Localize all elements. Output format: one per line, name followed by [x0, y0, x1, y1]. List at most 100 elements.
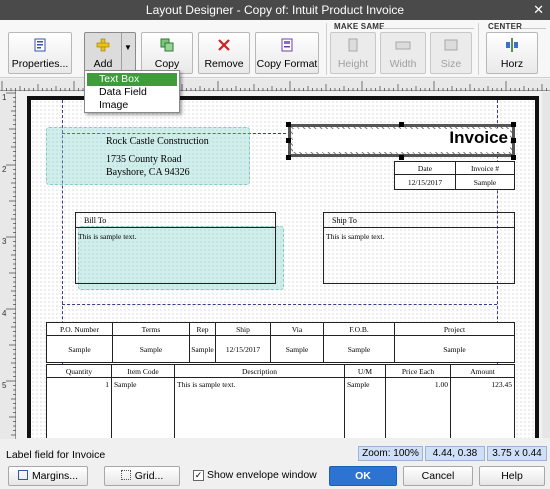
window-title: Layout Designer - Copy of: Intuit Produc… [145, 3, 405, 17]
invoice-title[interactable]: Invoice [293, 128, 508, 148]
po-number-value: Sample [47, 336, 113, 362]
selection-handle[interactable] [286, 155, 291, 160]
quantity-header: Quantity [47, 365, 112, 377]
price-each-header: Price Each [386, 365, 451, 377]
toolbar: Properties... Add ▼ Copy Remove Copy For… [0, 20, 550, 78]
height-icon [331, 38, 375, 52]
bill-to-text: This is sample text. [78, 232, 137, 241]
make-same-group-label: MAKE SAME [334, 22, 385, 31]
close-icon[interactable]: ✕ [533, 2, 544, 18]
quantity-value: 1 [47, 378, 112, 438]
um-header: U/M [345, 365, 386, 377]
add-label: Add [93, 58, 113, 70]
position-readout: 4.44, 0.38 [425, 446, 485, 461]
company-name[interactable]: Rock Castle Construction [106, 136, 209, 147]
ruler-number: 2 [2, 165, 7, 174]
description-value: This is sample text. [175, 378, 345, 438]
zoom-indicator: Zoom: 100% [358, 446, 423, 461]
selection-handle[interactable] [286, 138, 291, 143]
add-icon [85, 38, 121, 52]
properties-label: Properties... [11, 58, 69, 70]
margins-label: Margins... [31, 470, 79, 482]
width-icon [381, 38, 425, 52]
menu-item-text-box[interactable]: Text Box [87, 73, 177, 86]
copy-format-button[interactable]: Copy Format [255, 32, 319, 74]
selection-handle[interactable] [286, 122, 291, 127]
margins-icon [17, 470, 28, 480]
copy-format-label: Copy Format [256, 58, 318, 70]
project-header: Project [443, 324, 466, 334]
date-invoice-value-row[interactable]: 12/15/2017 Sample [394, 174, 515, 190]
size-readout: 3.75 x 0.44 [487, 446, 547, 461]
cancel-button[interactable]: Cancel [403, 466, 473, 486]
selection-handle[interactable] [511, 122, 516, 127]
ship-value: 12/15/2017 [216, 336, 271, 362]
company-address-line1[interactable]: 1735 County Road [106, 154, 182, 165]
bill-to-header: Bill To [76, 213, 275, 228]
terms-value: Sample [113, 336, 190, 362]
margins-button[interactable]: Margins... [8, 466, 88, 486]
rep-header: Rep [190, 323, 216, 335]
um-value: Sample [345, 378, 386, 438]
ruler-number: 3 [2, 237, 7, 246]
items-body-row[interactable]: 1 Sample This is sample text. Sample 1.0… [46, 377, 515, 438]
center-group-label: CENTER [488, 22, 523, 31]
ship-to-text: This is sample text. [326, 232, 385, 241]
ruler-number: 4 [2, 309, 7, 318]
copy-button[interactable]: Copy [141, 32, 193, 74]
remove-label: Remove [204, 58, 244, 70]
bill-to-box[interactable]: Bill To This is sample text. [75, 212, 276, 284]
fob-header: F.O.B. [324, 323, 395, 335]
selection-handle[interactable] [511, 155, 516, 160]
project-value: Sample [443, 344, 466, 354]
width-button[interactable]: Width [380, 32, 426, 74]
date-invoice-header-row[interactable]: Date Invoice # [394, 161, 515, 175]
item-code-value: Sample [112, 378, 175, 438]
items-header-row[interactable]: Quantity Item Code Description U/M Price… [46, 364, 515, 378]
menu-item-data-field[interactable]: Data Field [87, 86, 177, 99]
bottom-bar: Margins... Grid... ✓ Show envelope windo… [0, 463, 550, 489]
form-page[interactable]: Rock Castle Construction 1735 County Roa… [27, 96, 539, 438]
via-header: Via [271, 323, 324, 335]
horizontal-ruler [0, 79, 550, 91]
horz-label: Horz [500, 58, 524, 70]
amount-header: Amount [470, 366, 495, 376]
header-values-row[interactable]: Sample Sample Sample 12/15/2017 Sample S… [46, 335, 515, 363]
properties-button[interactable]: Properties... [8, 32, 72, 74]
invoice-number-value: Sample [473, 177, 497, 187]
grid-button[interactable]: Grid... [104, 466, 180, 486]
remove-button[interactable]: Remove [198, 32, 250, 74]
selection-handle[interactable] [511, 138, 516, 143]
chevron-down-icon[interactable]: ▼ [124, 43, 132, 52]
ruler-number: 1 [2, 93, 7, 102]
size-button[interactable]: Size [430, 32, 472, 74]
add-split-divider [121, 33, 122, 73]
fob-value: Sample [324, 336, 395, 362]
menu-item-image[interactable]: Image [87, 99, 177, 112]
horz-button[interactable]: Horz [486, 32, 538, 74]
date-value: 12/15/2017 [395, 175, 456, 189]
status-bar: Label field for Invoice Zoom: 100% 4.44,… [0, 446, 550, 462]
ship-to-box[interactable]: Ship To This is sample text. [323, 212, 515, 284]
center-horizontal-icon [487, 38, 537, 52]
horizontal-ruler-ticks [1, 81, 547, 91]
envelope-checkbox[interactable]: ✓ [193, 470, 204, 481]
vertical-scrollbar[interactable] [542, 92, 550, 438]
add-button[interactable]: Add ▼ [84, 32, 136, 74]
via-value: Sample [271, 336, 324, 362]
height-button[interactable]: Height [330, 32, 376, 74]
copy-icon [142, 38, 192, 52]
design-canvas[interactable]: Rock Castle Construction 1735 County Roa… [17, 92, 550, 438]
toolbar-separator [326, 23, 327, 75]
rep-value: Sample [190, 336, 216, 362]
help-button[interactable]: Help [479, 466, 545, 486]
center-group-line [522, 28, 546, 29]
selection-handle[interactable] [399, 155, 404, 160]
remove-icon [199, 38, 249, 52]
properties-icon [9, 38, 71, 52]
header-fields-row[interactable]: P.O. Number Terms Rep Ship Via F.O.B. Pr… [46, 322, 515, 336]
ship-to-header: Ship To [324, 213, 514, 228]
company-address-line2[interactable]: Bayshore, CA 94326 [106, 167, 190, 178]
selection-handle[interactable] [399, 122, 404, 127]
ok-button[interactable]: OK [329, 466, 397, 486]
